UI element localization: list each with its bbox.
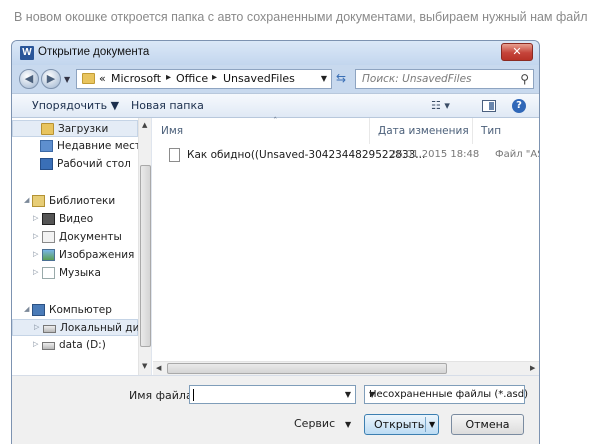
- preview-pane-icon[interactable]: [482, 100, 496, 112]
- music-icon: [42, 267, 55, 279]
- nav-item-recent-places[interactable]: Недавние места: [12, 138, 147, 155]
- breadcrumb-overflow[interactable]: «: [99, 72, 106, 85]
- chevron-down-icon[interactable]: ▼: [369, 390, 520, 399]
- back-button[interactable]: ◀: [19, 69, 39, 89]
- address-bar[interactable]: « Microsoft ▸ Office ▸ UnsavedFiles ▼: [76, 69, 332, 89]
- file-date: 26.01.2015 18:48: [390, 149, 480, 160]
- command-toolbar: Упорядочить ▼ Новая папка ☷ ▾ ?: [12, 93, 539, 118]
- bottom-panel: Имя файла: ▼ Несохраненные файлы (*.asd)…: [12, 375, 539, 444]
- scroll-right-icon[interactable]: ▶: [530, 364, 535, 372]
- nav-item-video[interactable]: ▷ Видео: [12, 211, 138, 228]
- expanded-triangle-icon[interactable]: ◢: [24, 196, 29, 204]
- chevron-down-icon[interactable]: ▼: [345, 390, 351, 399]
- recent-places-icon: [40, 140, 53, 152]
- collapsed-triangle-icon[interactable]: ▷: [34, 323, 39, 331]
- drive-icon: [42, 342, 55, 350]
- address-dropdown-icon[interactable]: ▼: [321, 74, 327, 83]
- close-button[interactable]: ✕: [501, 43, 533, 61]
- collapsed-triangle-icon[interactable]: ▷: [33, 214, 38, 222]
- refresh-icon[interactable]: ⇆: [336, 71, 346, 85]
- column-header-type[interactable]: Тип: [473, 118, 539, 144]
- cancel-button[interactable]: Отмена: [451, 414, 524, 435]
- search-icon[interactable]: ⚲: [520, 72, 529, 86]
- filename-input[interactable]: ▼: [189, 385, 356, 404]
- document-file-icon: [169, 148, 180, 162]
- nav-item-computer[interactable]: ◢ Компьютер: [12, 302, 138, 319]
- open-document-dialog: W Открытие документа ✕ ◀ ▶ ▼ « Microsoft…: [11, 40, 540, 444]
- address-row: ◀ ▶ ▼ « Microsoft ▸ Office ▸ UnsavedFile…: [12, 65, 539, 93]
- column-header-name[interactable]: Имя ˆ: [153, 117, 370, 144]
- computer-icon: [32, 304, 45, 316]
- scroll-up-icon[interactable]: ▲: [142, 121, 147, 129]
- open-button[interactable]: Открыть ▼: [364, 414, 439, 435]
- breadcrumb-separator[interactable]: ▸: [212, 72, 217, 83]
- recent-pages-dropdown[interactable]: ▼: [64, 75, 70, 84]
- tutorial-caption: В новом окошке откроется папка с авто со…: [14, 10, 588, 24]
- folder-icon: [82, 73, 95, 84]
- navigation-pane: Загрузки Недавние места Рабочий стол ◢ Б…: [12, 118, 152, 375]
- documents-icon: [42, 231, 55, 243]
- video-icon: [42, 213, 55, 225]
- scroll-down-icon[interactable]: ▼: [142, 362, 147, 370]
- scrollbar-thumb[interactable]: [167, 363, 447, 374]
- breadcrumb-separator[interactable]: ▸: [166, 72, 171, 83]
- breadcrumb-unsavedfiles[interactable]: UnsavedFiles: [223, 72, 295, 85]
- collapsed-triangle-icon[interactable]: ▷: [33, 268, 38, 276]
- images-icon: [42, 249, 55, 261]
- new-folder-button[interactable]: Новая папка: [131, 99, 204, 112]
- nav-item-downloads[interactable]: Загрузки: [12, 120, 138, 137]
- search-placeholder: Поиск: UnsavedFiles: [362, 73, 472, 85]
- search-input[interactable]: Поиск: UnsavedFiles ⚲: [355, 69, 534, 89]
- desktop-icon: [40, 158, 53, 170]
- nav-item-desktop[interactable]: Рабочий стол: [12, 156, 138, 173]
- nav-item-data-d[interactable]: ▷ data (D:): [12, 337, 138, 354]
- collapsed-triangle-icon[interactable]: ▷: [33, 232, 38, 240]
- nav-item-images[interactable]: ▷ Изображения: [12, 247, 138, 264]
- nav-item-local-disk[interactable]: ▷ Локальный диск: [12, 319, 151, 336]
- table-row[interactable]: Как обидно((Unsaved-3042344829522833... …: [167, 147, 540, 165]
- collapsed-triangle-icon[interactable]: ▷: [33, 340, 38, 348]
- downloads-icon: [41, 123, 54, 135]
- chevron-down-icon[interactable]: ▼: [345, 420, 351, 429]
- organize-button[interactable]: Упорядочить ▼: [32, 99, 119, 112]
- expanded-triangle-icon[interactable]: ◢: [24, 305, 29, 313]
- drive-icon: [43, 325, 56, 333]
- help-icon[interactable]: ?: [512, 99, 526, 113]
- file-type: Файл "AS: [495, 149, 540, 160]
- horizontal-scrollbar[interactable]: ◀ ▶: [153, 361, 539, 375]
- nav-item-documents[interactable]: ▷ Документы: [12, 229, 138, 246]
- breadcrumb-microsoft[interactable]: Microsoft: [111, 72, 161, 85]
- scrollbar-thumb[interactable]: [140, 165, 151, 347]
- collapsed-triangle-icon[interactable]: ▷: [33, 250, 38, 258]
- text-caret: [193, 389, 194, 401]
- browser-area: Загрузки Недавние места Рабочий стол ◢ Б…: [12, 117, 540, 375]
- scroll-left-icon[interactable]: ◀: [156, 364, 161, 372]
- nav-item-music[interactable]: ▷ Музыка: [12, 265, 138, 282]
- libraries-icon: [32, 195, 45, 207]
- filetype-select[interactable]: Несохраненные файлы (*.asd) ▼: [364, 385, 528, 404]
- split-divider: [425, 417, 426, 432]
- navigation-scrollbar[interactable]: ▲ ▼: [138, 118, 151, 375]
- word-app-icon: W: [20, 46, 34, 60]
- forward-button[interactable]: ▶: [41, 69, 61, 89]
- dialog-title: Открытие документа: [38, 46, 150, 58]
- title-bar[interactable]: W Открытие документа ✕: [12, 41, 539, 65]
- file-list: Имя ˆ Дата изменения Тип Как обидно((Uns…: [153, 117, 540, 375]
- breadcrumb-office[interactable]: Office: [176, 72, 208, 85]
- sort-ascending-icon: ˆ: [273, 117, 278, 127]
- filename-label: Имя файла:: [129, 389, 197, 402]
- view-options-icon[interactable]: ☷ ▾: [431, 99, 450, 112]
- open-options-dropdown-icon[interactable]: ▼: [429, 420, 435, 429]
- column-header-date[interactable]: Дата изменения: [370, 118, 473, 144]
- tools-button[interactable]: Сервис: [294, 417, 335, 430]
- nav-item-libraries[interactable]: ◢ Библиотеки: [12, 193, 138, 210]
